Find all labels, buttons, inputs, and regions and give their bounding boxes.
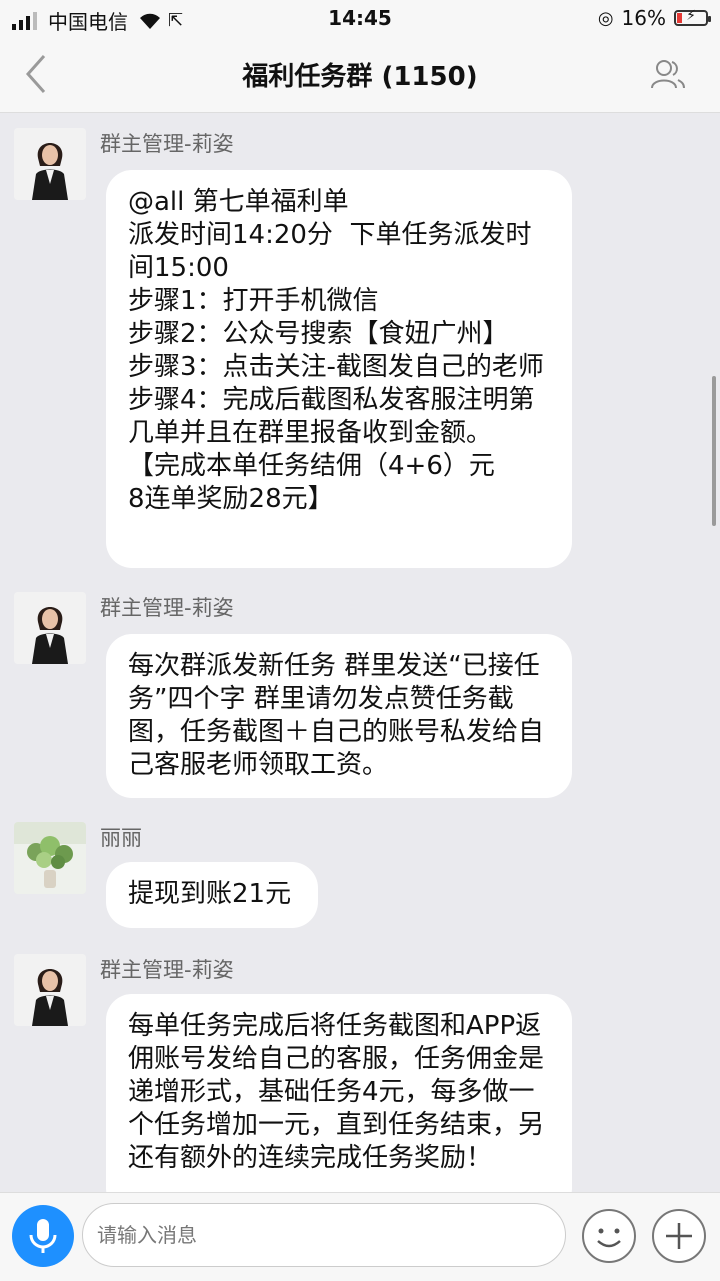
smiley-icon — [582, 1209, 636, 1263]
woman-in-black-suit-avatar — [14, 128, 86, 200]
status-right: ◎ 16% ⚡ — [597, 6, 711, 30]
flower-vase-avatar — [14, 822, 86, 894]
more-actions-button[interactable] — [648, 1205, 710, 1267]
message-bubble[interactable]: 每次群派发新任务 群里发送“已接任务”四个字 群里请勿发点赞任务截图，任务截图＋… — [106, 634, 572, 798]
sender-avatar[interactable] — [14, 822, 86, 894]
message-input[interactable] — [82, 1203, 566, 1267]
sender-name: 群主管理-莉姿 — [100, 958, 234, 982]
group-members-icon — [651, 60, 685, 89]
battery-percent: 16% — [621, 6, 666, 30]
microphone-icon — [29, 1219, 57, 1253]
charging-icon: ⚡ — [686, 8, 696, 24]
plus-icon — [652, 1209, 706, 1263]
sender-name: 群主管理-莉姿 — [100, 596, 234, 620]
scrollbar[interactable] — [712, 376, 716, 526]
emoji-button[interactable] — [578, 1205, 640, 1267]
message-bubble[interactable]: @all 第七单福利单 派发时间14:20分 下单任务派发时间15:00 步骤1… — [106, 170, 572, 568]
group-title: 福利任务群 (1150) — [242, 62, 478, 92]
message-bubble[interactable]: 每单任务完成后将任务截图和APP返佣账号发给自己的客服，任务佣金是递增形式，基础… — [106, 994, 572, 1192]
battery-icon: ⚡ — [674, 8, 711, 26]
input-bar — [0, 1192, 720, 1281]
woman-in-black-suit-avatar — [14, 954, 86, 1026]
status-bar: 中国电信 ⇱ 14:45 ◎ 16% ⚡ — [0, 0, 720, 36]
sender-avatar[interactable] — [14, 128, 86, 200]
woman-in-black-suit-avatar — [14, 592, 86, 664]
sender-avatar[interactable] — [14, 954, 86, 1026]
group-members-button[interactable] — [650, 56, 686, 92]
orientation-lock-icon: ◎ — [597, 7, 614, 29]
sender-avatar[interactable] — [14, 592, 86, 664]
chat-message-list[interactable]: 群主管理-莉姿 @all 第七单福利单 派发时间14:20分 下单任务派发时间1… — [0, 112, 720, 1192]
voice-button[interactable] — [12, 1205, 74, 1267]
chat-header: 福利任务群 (1150) — [0, 36, 720, 113]
message-bubble[interactable]: 提现到账21元 — [106, 862, 318, 928]
sender-name: 群主管理-莉姿 — [100, 132, 234, 156]
sender-name: 丽丽 — [100, 826, 142, 850]
